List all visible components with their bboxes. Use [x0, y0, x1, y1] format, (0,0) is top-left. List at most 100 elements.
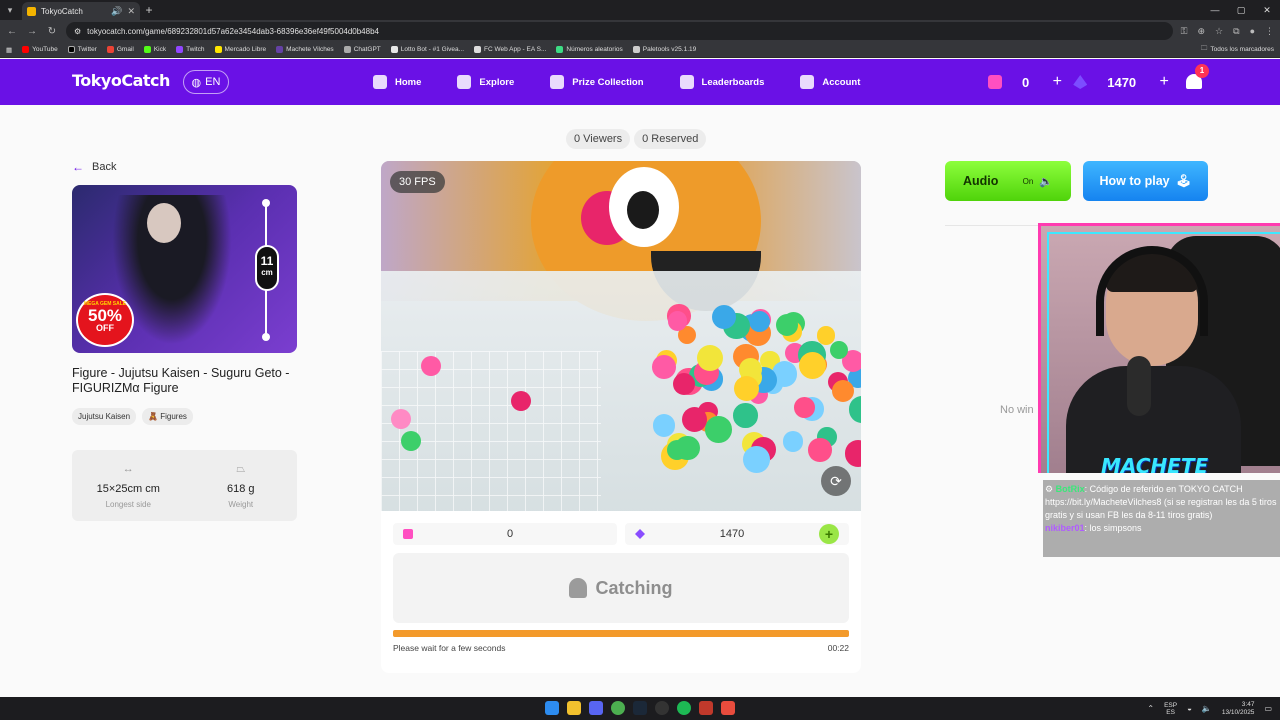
divider [945, 225, 1045, 226]
bookmark-item[interactable]: FC Web App - EA S... [474, 46, 546, 53]
prize-ball [672, 372, 695, 395]
windows-start-icon[interactable] [545, 701, 559, 715]
chrome-icon[interactable] [611, 701, 625, 715]
close-window-icon[interactable]: ✕ [1254, 0, 1280, 20]
speaker-icon[interactable]: 🔊 [111, 6, 122, 17]
nav-home[interactable]: Home [373, 75, 421, 89]
discord-icon[interactable] [589, 701, 603, 715]
viewers-count: 0 Viewers [566, 129, 631, 149]
prize-ball [511, 391, 531, 411]
bookmark-item[interactable]: Gmail [106, 46, 134, 53]
add-gems-button[interactable]: + [819, 524, 839, 544]
wait-message: Please wait for a few seconds [393, 643, 506, 653]
balance-area: 0 + 1470 + [982, 67, 1174, 97]
bookmark-item[interactable]: Kick [143, 46, 166, 53]
size-indicator: 11 cm [255, 245, 279, 291]
star-icon[interactable]: ☆ [1215, 26, 1223, 37]
bookmark-item[interactable]: YouTube [22, 46, 58, 53]
audio-state: On [1022, 176, 1034, 186]
steam-icon[interactable] [633, 701, 647, 715]
catch-label: Catching [595, 577, 673, 598]
prize-ball [652, 414, 676, 437]
forward-nav-icon[interactable]: → [26, 26, 38, 37]
close-tab-icon[interactable]: ✕ [127, 6, 135, 17]
nav-leaderboards[interactable]: Leaderboards [679, 75, 764, 89]
key-icon[interactable]: ⚿ [1181, 26, 1188, 37]
notification-center-icon[interactable]: ▭ [1264, 704, 1272, 713]
input-language[interactable]: ESP ES [1164, 702, 1177, 716]
bookmark-item[interactable]: Paletools v25.1.19 [632, 46, 696, 53]
site-info-icon[interactable]: ⚙ [74, 27, 81, 36]
arrows-horizontal-icon: ↔ [122, 463, 134, 475]
microphone [1127, 356, 1151, 416]
product-title: Figure - Jujutsu Kaisen - Suguru Geto - … [72, 366, 290, 395]
volume-icon[interactable]: 🔈 [1202, 704, 1212, 713]
add-gems-button[interactable]: + [1154, 73, 1174, 91]
add-tickets-button[interactable]: + [1047, 73, 1067, 91]
tag-figures[interactable]: 🧸 Figures [142, 408, 193, 425]
back-label: Back [92, 161, 117, 173]
clock[interactable]: 3:47 13/10/2025 [1222, 701, 1255, 717]
live-video-feed: 30 FPS ⟳ [381, 161, 861, 511]
menu-icon[interactable]: ⋮ [1265, 26, 1274, 37]
back-nav-icon[interactable]: ← [6, 26, 18, 37]
chevron-up-icon[interactable]: ⌃ [1147, 704, 1154, 713]
audio-toggle-button[interactable]: Audio On 🔈 [945, 161, 1071, 201]
balance-row: 0 1470 + [393, 523, 849, 545]
how-to-play-button[interactable]: How to play 🕹 [1083, 161, 1208, 201]
all-bookmarks[interactable]: 🗀 Todos los marcadores [1201, 44, 1274, 55]
stream-chat: ⚙ BotRix: Código de referido en TOKYO CA… [1043, 480, 1280, 557]
app-icon[interactable] [699, 701, 713, 715]
app2-icon[interactable] [721, 701, 735, 715]
back-link[interactable]: ← Back [72, 160, 116, 174]
site-logo[interactable]: TokyoCatch [72, 71, 170, 90]
switch-camera-button[interactable]: ⟳ [821, 466, 851, 496]
zoom-icon[interactable]: ⊕ [1198, 26, 1206, 37]
sale-badge-off: OFF [96, 323, 114, 333]
bookmark-item[interactable]: Twitch [176, 46, 205, 53]
nav-explore[interactable]: Explore [457, 75, 514, 89]
minimize-icon[interactable]: — [1202, 0, 1228, 20]
chat-text: : los simpsons [1084, 523, 1142, 533]
bookmark-item[interactable]: ChatGPT [343, 46, 381, 53]
streamer-webcam: MACHETE [1038, 223, 1280, 473]
notification-badge: 1 [1195, 64, 1209, 78]
bookmark-item[interactable]: Números aleatorios [556, 46, 623, 53]
prize-ball [783, 431, 804, 452]
file-explorer-icon[interactable] [567, 701, 581, 715]
product-specs: ↔ 15×25cm cm Longest side ⏢ 618 g Weight [72, 450, 297, 521]
spotify-icon[interactable] [677, 701, 691, 715]
catch-button[interactable]: Catching [393, 553, 849, 623]
nav-account[interactable]: Account [800, 75, 860, 89]
extensions-icon[interactable]: ⧉ [1233, 26, 1239, 37]
maximize-icon[interactable]: ▢ [1228, 0, 1254, 20]
streamer-name: MACHETE [1101, 454, 1209, 473]
countdown-timer: 00:22 [827, 643, 849, 653]
size-number: 11 [260, 254, 274, 268]
ticket-balance: 0 [1022, 74, 1030, 90]
bookmark-apps-icon[interactable]: ▦ [6, 46, 12, 54]
new-tab-button[interactable]: + [140, 3, 158, 17]
prize-ball [742, 446, 770, 473]
bookmark-item[interactable]: Machete Vilches [276, 46, 334, 53]
bookmark-item[interactable]: Twitter [67, 46, 97, 53]
url-field[interactable]: ⚙ tokyocatch.com/game/689232801d57a62e34… [66, 22, 1173, 40]
bookmark-item[interactable]: Mercado Libre [214, 46, 266, 53]
sale-badge: MEGA GEM SALE 50% OFF [76, 293, 134, 347]
notifications-button[interactable]: 1 [1185, 64, 1209, 90]
tab-search-icon[interactable]: ▾ [0, 0, 20, 20]
paletools-icon [632, 46, 640, 53]
language-selector[interactable]: ◍ EN [183, 70, 229, 94]
prize-ball [401, 431, 421, 451]
obs-icon[interactable] [655, 701, 669, 715]
wifi-icon[interactable]: ◒ [1187, 704, 1192, 713]
reload-icon[interactable]: ↻ [46, 26, 58, 37]
tag-jujutsu-kaisen[interactable]: Jujutsu Kaisen [72, 408, 137, 425]
profile-icon[interactable]: ● [1250, 26, 1255, 37]
browser-tab[interactable]: TokyoCatch 🔊 ✕ [22, 2, 140, 20]
mascot-pupil [627, 191, 659, 229]
nav-prize-collection[interactable]: Prize Collection [550, 75, 644, 89]
prize-ball [705, 415, 732, 443]
twitch-icon [176, 46, 184, 53]
bookmark-item[interactable]: Lotto Bot - #1 Givea... [390, 46, 464, 53]
